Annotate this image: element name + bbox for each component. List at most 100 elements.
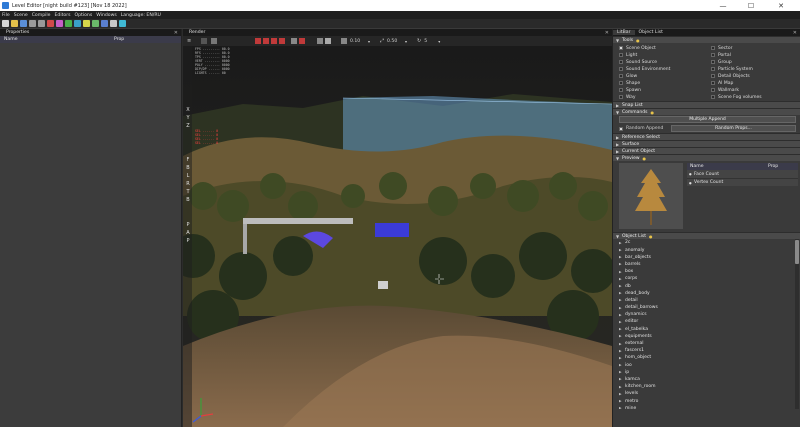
snap-list-header[interactable]: ▶ Snap List: [613, 101, 800, 109]
chevron-down-icon[interactable]: ▾: [438, 39, 440, 44]
undo-icon[interactable]: [29, 20, 36, 27]
list-item[interactable]: ▶ corps: [613, 275, 800, 282]
tool-checkbox[interactable]: [619, 67, 623, 72]
delete-icon[interactable]: [47, 20, 54, 27]
tool-item[interactable]: Portal: [711, 52, 800, 58]
object-snap-icon[interactable]: [325, 38, 331, 44]
list-item[interactable]: ▶ box: [613, 268, 800, 275]
tool-item[interactable]: Wallmark: [711, 87, 800, 93]
menu-compile[interactable]: Compile: [32, 13, 51, 18]
close-button[interactable]: ✕: [770, 0, 792, 11]
tool-item[interactable]: Shape: [619, 80, 711, 86]
menu-language[interactable]: Language: EN/RU: [121, 13, 161, 18]
list-item[interactable]: ▶ dynamics: [613, 311, 800, 318]
scrollbar-thumb[interactable]: [795, 240, 799, 265]
view-bottom-button[interactable]: B: [184, 196, 192, 204]
list-item[interactable]: ▶ kamca: [613, 376, 800, 383]
current-object-header[interactable]: ▶ Current Object: [613, 147, 800, 155]
menu-icon[interactable]: ≡: [187, 38, 195, 44]
list-item[interactable]: ▶ fascers1: [613, 347, 800, 354]
tool-item[interactable]: Glow: [619, 73, 711, 79]
grid-icon[interactable]: [317, 38, 323, 44]
list-item[interactable]: ▶ editor: [613, 318, 800, 325]
tool-checkbox[interactable]: [619, 74, 623, 79]
tool-item[interactable]: Light: [619, 52, 711, 58]
object-icon[interactable]: [110, 20, 117, 27]
scale-icon[interactable]: [279, 38, 285, 44]
random-append-checkbox[interactable]: [619, 126, 623, 131]
view-perspective-button[interactable]: P: [184, 221, 192, 229]
commands-header[interactable]: ▼ Commands ●: [613, 108, 800, 116]
list-item[interactable]: ▶ hom_object: [613, 354, 800, 361]
list-item[interactable]: ▶ mine: [613, 405, 800, 410]
tool-item[interactable]: AI Map: [711, 80, 800, 86]
list-item[interactable]: ▶ el_tabelka: [613, 326, 800, 333]
rotate-icon[interactable]: [271, 38, 277, 44]
pin-icon[interactable]: ●: [650, 110, 654, 115]
menu-options[interactable]: Options: [75, 13, 93, 18]
tool-checkbox[interactable]: [711, 67, 715, 72]
view-top-button[interactable]: T: [184, 188, 192, 196]
close-icon[interactable]: ✕: [605, 30, 609, 36]
new-icon[interactable]: [2, 20, 9, 27]
list-item[interactable]: ▶ dead_body: [613, 290, 800, 297]
minimize-button[interactable]: —: [712, 0, 734, 11]
tools-section-header[interactable]: ▼ Tools ●: [613, 36, 800, 43]
pin-icon[interactable]: ●: [643, 156, 647, 161]
camera-icon[interactable]: [211, 38, 217, 44]
close-icon[interactable]: ✕: [174, 30, 178, 36]
tool-item[interactable]: Group: [711, 59, 800, 65]
menu-editors[interactable]: Editors: [55, 13, 71, 18]
list-item[interactable]: ▶ barrels: [613, 261, 800, 268]
particles-icon[interactable]: [56, 20, 63, 27]
list-item[interactable]: ▶ kitchen_room: [613, 383, 800, 390]
select-icon[interactable]: [255, 38, 261, 44]
tool-item[interactable]: Sound Environment: [619, 66, 711, 72]
sound-icon[interactable]: [119, 20, 126, 27]
tool-checkbox[interactable]: [711, 81, 715, 86]
list-item[interactable]: ▶ 2c: [613, 239, 800, 246]
viewport-3d[interactable]: FPS ......... 00.0 RFS ......... 00.0 TP…: [183, 46, 612, 427]
tool-item[interactable]: Way: [619, 94, 711, 100]
tool-checkbox[interactable]: [711, 88, 715, 93]
maximize-button[interactable]: ☐: [740, 0, 762, 11]
tool-checkbox[interactable]: [619, 81, 623, 86]
view-front-button[interactable]: F: [184, 156, 192, 164]
tool-item[interactable]: Particle System: [711, 66, 800, 72]
view-arcball-button[interactable]: A: [184, 229, 192, 237]
surface-header[interactable]: ▶ Surface: [613, 140, 800, 148]
play-icon[interactable]: [65, 20, 72, 27]
tool-checkbox[interactable]: [619, 95, 623, 100]
object-list-header[interactable]: ▼ Object List ●: [613, 232, 800, 240]
light-icon[interactable]: [83, 20, 90, 27]
terrain-icon[interactable]: [92, 20, 99, 27]
view-mode-icon[interactable]: [201, 38, 207, 44]
preview-header[interactable]: ▼ Preview ●: [613, 154, 800, 162]
list-item[interactable]: ▶ metro: [613, 397, 800, 404]
tool-checkbox[interactable]: [711, 53, 715, 58]
move-icon[interactable]: [263, 38, 269, 44]
multiple-append-button[interactable]: Multiple Append: [619, 116, 796, 124]
list-item[interactable]: ▶ detail_barrows: [613, 304, 800, 311]
list-item[interactable]: ▶ ip: [613, 369, 800, 376]
chevron-down-icon[interactable]: ▾: [368, 39, 370, 44]
tool-checkbox[interactable]: [711, 46, 715, 51]
tab-object-list[interactable]: Object List: [635, 30, 667, 35]
reference-select-header[interactable]: ▶ Reference Select: [613, 133, 800, 141]
shader-icon[interactable]: [101, 20, 108, 27]
chevron-down-icon[interactable]: ▾: [405, 39, 407, 44]
redo-icon[interactable]: [38, 20, 45, 27]
rotate-step-value[interactable]: 5: [424, 39, 436, 44]
build-icon[interactable]: [74, 20, 81, 27]
view-back-button[interactable]: B: [184, 164, 192, 172]
tool-checkbox[interactable]: [619, 60, 623, 65]
axis-x-button[interactable]: X: [184, 106, 192, 114]
tool-item[interactable]: Sector: [711, 45, 800, 51]
list-item[interactable]: ▶ db: [613, 282, 800, 289]
tool-checkbox[interactable]: [619, 53, 623, 58]
tab-litbar[interactable]: LitBar: [613, 30, 635, 35]
snap-off-icon[interactable]: [299, 38, 305, 44]
menu-windows[interactable]: Windows: [96, 13, 117, 18]
tool-item[interactable]: Scene Fog volumes: [711, 94, 800, 100]
menu-file[interactable]: File: [2, 13, 10, 18]
